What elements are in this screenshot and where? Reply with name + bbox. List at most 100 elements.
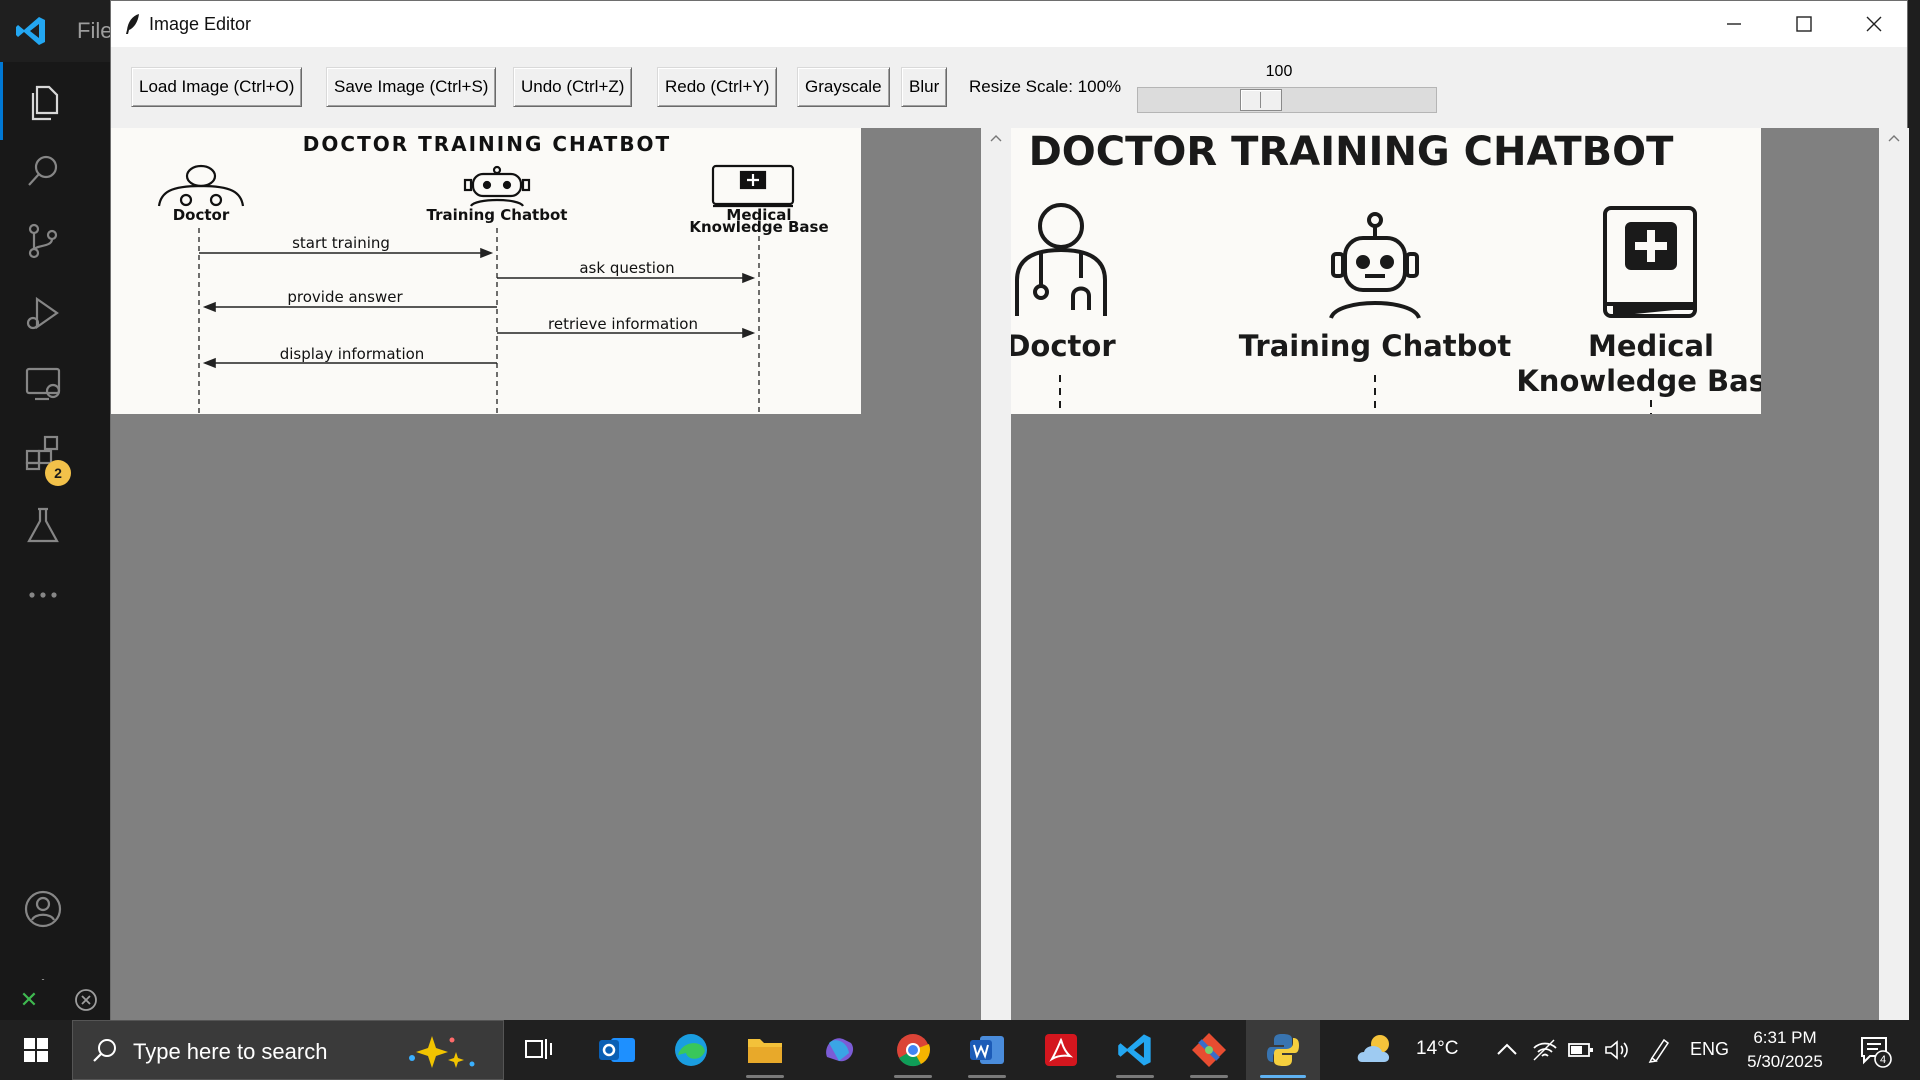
scroll-up-icon[interactable] [990,134,1002,142]
close-button[interactable] [1839,1,1909,47]
save-image-button[interactable]: Save Image (Ctrl+S) [326,67,497,107]
original-image: DOCTOR TRAINING CHATBOT Doctor Training … [111,128,861,414]
run-debug-icon[interactable] [0,274,86,352]
preview-actor-knowledge-base: Knowledge Base [1516,364,1761,398]
taskbar-outlook[interactable] [580,1020,654,1080]
message-display-information: display information [280,345,425,363]
taskbar-acrobat[interactable] [1024,1020,1098,1080]
testing-icon[interactable] [0,486,86,564]
clock-time: 6:31 PM [1753,1028,1817,1047]
sidebar-edge [86,62,110,980]
resize-scale-slider[interactable] [1137,87,1437,113]
undo-button[interactable]: Undo (Ctrl+Z) [513,67,633,107]
vscode-right-edge [1908,0,1920,1020]
taskbar-clock[interactable]: 6:31 PM 5/30/2025 [1730,1026,1840,1074]
medical-book-icon [711,164,795,208]
more-icon[interactable] [0,556,86,634]
window-titlebar: Image Editor [111,1,1907,47]
image-editor-window: Image Editor Load Image (Ctrl+O) Save Im… [110,0,1909,1021]
desktop: File 2 ✕ Image Editor Load Image (Ctrl+O… [0,0,1920,1080]
python-icon [1267,1034,1299,1066]
chatbot-icon [463,165,531,207]
preview-doctor-icon [1015,203,1107,316]
word-icon [970,1036,1004,1064]
start-button[interactable] [0,1020,72,1080]
original-diagram: DOCTOR TRAINING CHATBOT Doctor Training … [157,132,829,414]
resize-slider-thumb[interactable] [1240,89,1282,111]
actor-doctor: Doctor [173,206,230,224]
source-control-icon[interactable] [0,202,86,280]
running-indicator [968,1075,1006,1078]
original-image-canvas[interactable]: DOCTOR TRAINING CHATBOT Doctor Training … [111,128,981,1021]
folder-icon [748,1039,782,1063]
preview-chatbot-icon [1329,212,1421,320]
message-start-training: start training [292,234,390,252]
right-canvas-scrollbar[interactable] [1879,128,1909,1021]
scroll-up-icon[interactable] [1888,134,1900,142]
taskbar-file-explorer[interactable] [728,1020,802,1080]
taskbar-chrome[interactable] [876,1020,950,1080]
search-icon[interactable] [0,132,86,210]
message-retrieve-information: retrieve information [548,315,698,333]
load-image-button[interactable]: Load Image (Ctrl+O) [131,67,303,107]
m365-icon [826,1038,854,1062]
maximize-icon [1796,16,1812,32]
remote-indicator-icon[interactable]: ✕ [0,980,58,1020]
weather-temperature[interactable]: 14°C [1416,1038,1458,1060]
copilot-sparkle-icon[interactable] [392,1034,488,1070]
explorer-icon[interactable] [0,62,86,140]
feather-icon [126,14,139,34]
volume-icon[interactable] [1604,1038,1630,1062]
resize-slider-value: 100 [1265,63,1293,80]
problems-icon[interactable] [72,986,100,1014]
weather-icon[interactable] [1354,1030,1398,1070]
preview-actor-doctor: Doctor [1011,329,1116,363]
preview-title: DOCTOR TRAINING CHATBOT [1029,129,1675,175]
vscode-menu-file[interactable]: File [77,18,112,44]
accounts-icon[interactable] [0,870,86,948]
wifi-icon[interactable] [1532,1038,1558,1062]
notification-center-icon[interactable]: 4 [1856,1032,1892,1068]
taskbar-python[interactable] [1246,1020,1320,1080]
remote-explorer-icon[interactable] [0,344,86,422]
running-indicator [1260,1075,1306,1078]
search-placeholder: Type here to search [133,1039,328,1064]
windows-logo-icon [24,1038,48,1062]
taskbar-word[interactable] [950,1020,1024,1080]
input-language[interactable]: ENG [1690,1039,1729,1060]
doctor-icon [157,164,245,207]
acrobat-icon [1045,1034,1077,1066]
running-indicator [1116,1075,1154,1078]
message-provide-answer: provide answer [287,288,403,306]
message-ask-question: ask question [579,259,674,277]
maximize-button[interactable] [1769,1,1839,47]
vscode-icon [1118,1034,1151,1066]
preview-actor-chatbot: Training Chatbot [1239,329,1512,363]
diagram-title: DOCTOR TRAINING CHATBOT [303,132,671,156]
vscode-logo-icon [16,17,45,45]
preview-image-canvas[interactable]: DOCTOR TRAINING CHATBOT Doctor Training … [1011,128,1879,1021]
extensions-icon[interactable]: 2 [0,414,86,492]
running-indicator [746,1075,784,1078]
task-view-icon [525,1039,552,1059]
left-canvas-scrollbar[interactable] [981,128,1011,1021]
grayscale-button[interactable]: Grayscale [797,67,890,107]
redo-button[interactable]: Redo (Ctrl+Y) [657,67,778,107]
pen-menu-icon[interactable] [1646,1036,1672,1064]
show-hidden-icons-icon[interactable] [1496,1040,1518,1058]
taskbar-edge[interactable] [654,1020,728,1080]
preview-diagram: DOCTOR TRAINING CHATBOT Doctor Training … [1011,129,1761,414]
task-view-button[interactable] [502,1020,576,1080]
notification-count: 4 [1880,1054,1886,1066]
search-icon [93,1039,116,1062]
chrome-icon [897,1034,931,1067]
blur-button[interactable]: Blur [901,67,948,107]
taskbar-microsoft-365[interactable] [802,1020,876,1080]
outlook-icon [599,1038,635,1062]
taskbar-vscode[interactable] [1098,1020,1172,1080]
minimize-button[interactable] [1699,1,1769,47]
clock-date: 5/30/2025 [1747,1052,1823,1071]
running-indicator [1190,1075,1228,1078]
battery-icon[interactable] [1568,1040,1594,1060]
taskbar-git[interactable] [1172,1020,1246,1080]
